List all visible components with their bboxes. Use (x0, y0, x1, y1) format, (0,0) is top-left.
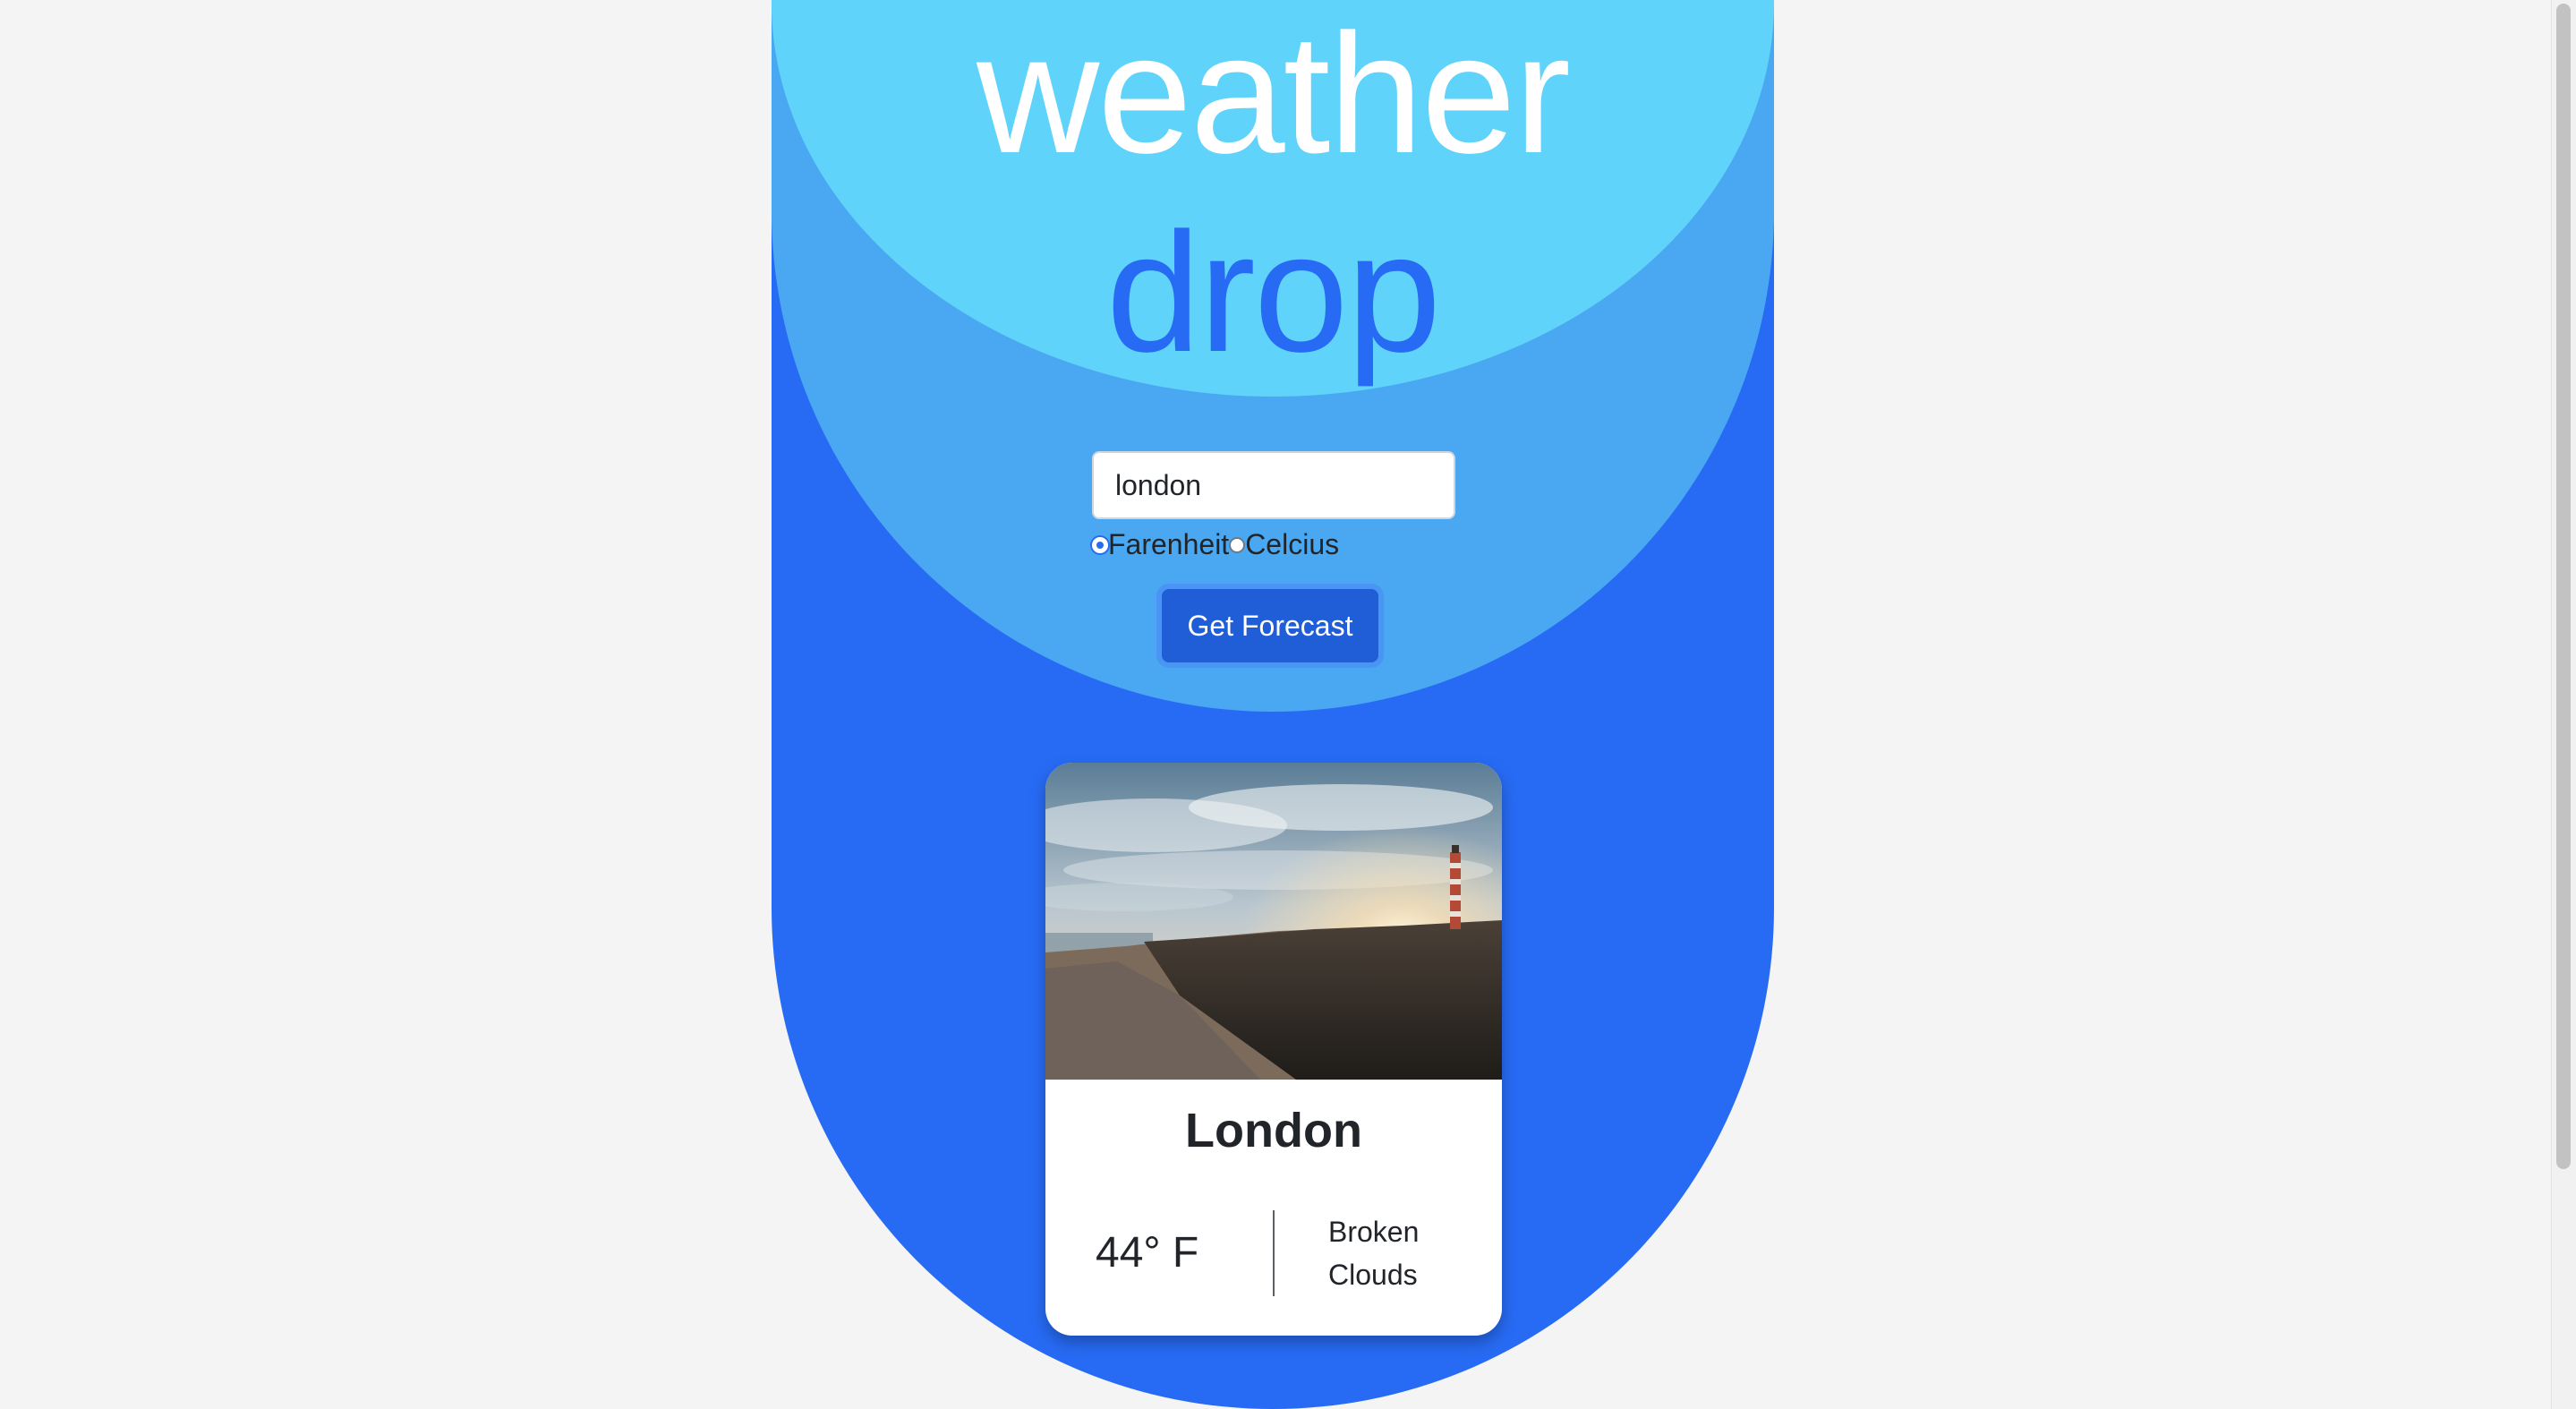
farenheit-radio[interactable] (1092, 536, 1108, 553)
celcius-radio[interactable] (1229, 536, 1246, 553)
weather-description: Broken Clouds (1328, 1210, 1463, 1296)
city-photo (1045, 763, 1502, 1080)
city-input[interactable] (1092, 451, 1455, 519)
search-form: Farenheit Celcius (1092, 451, 1455, 561)
weather-description-line2: Clouds (1328, 1259, 1418, 1291)
get-forecast-button[interactable]: Get Forecast (1162, 589, 1378, 662)
page: weather drop Farenheit Celcius Get Forec… (0, 0, 2576, 1409)
logo-weather-text: weather (977, 0, 1571, 189)
stats-divider (1273, 1210, 1275, 1296)
city-name: London (1185, 1104, 1362, 1157)
temperature-value: 44° F (1096, 1229, 1199, 1277)
weather-stats: 44° F Broken Clouds (1045, 1210, 1502, 1296)
scrollbar-thumb[interactable] (2556, 4, 2571, 1169)
weather-description-line1: Broken (1328, 1216, 1420, 1248)
unit-selector: Farenheit Celcius (1092, 528, 1455, 561)
farenheit-label[interactable]: Farenheit (1108, 528, 1229, 561)
celcius-label[interactable]: Celcius (1245, 528, 1339, 561)
weather-card: London 44° F Broken Clouds (1045, 763, 1502, 1336)
logo-drop-text: drop (1105, 198, 1441, 388)
